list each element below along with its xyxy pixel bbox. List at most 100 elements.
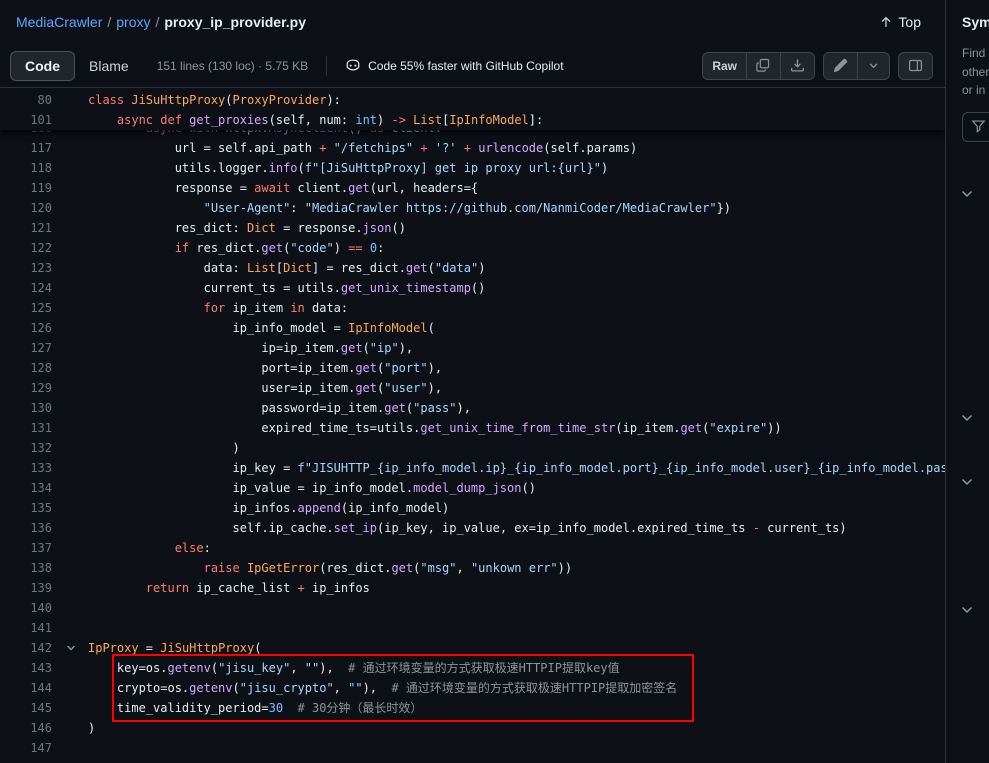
collapse-chevron[interactable] [52, 638, 88, 658]
line-number[interactable]: 117 [0, 138, 52, 158]
code-text: password=ip_item.get("pass"), [88, 398, 471, 418]
code-line: 139 return ip_cache_list + ip_infos [0, 578, 945, 598]
line-number[interactable]: 123 [0, 258, 52, 278]
line-number[interactable]: 130 [0, 398, 52, 418]
code-text: IpProxy = JiSuHttpProxy( [88, 638, 261, 658]
line-number[interactable]: 146 [0, 718, 52, 738]
code-line: 132 ) [0, 438, 945, 458]
line-number[interactable]: 120 [0, 198, 52, 218]
raw-label: Raw [712, 59, 737, 73]
line-number[interactable]: 138 [0, 558, 52, 578]
breadcrumb-folder-link[interactable]: proxy [116, 14, 150, 30]
code-line: 143 key=os.getenv("jisu_key", ""), # 通过环… [0, 658, 945, 678]
code-text: key=os.getenv("jisu_key", ""), # 通过环境变量的… [88, 658, 620, 678]
symbols-panel-toggle-button[interactable] [898, 52, 933, 80]
arrow-up-icon [879, 15, 893, 29]
line-number[interactable]: 139 [0, 578, 52, 598]
code-line: 127 ip=ip_item.get("ip"), [0, 338, 945, 358]
gutter-gap [52, 718, 88, 738]
symbol-tree-expander[interactable] [959, 602, 975, 623]
code-text: "User-Agent": "MediaCrawler https://gith… [88, 198, 731, 218]
code-line: 134 ip_value = ip_info_model.model_dump_… [0, 478, 945, 498]
line-number[interactable]: 141 [0, 618, 52, 638]
gutter-gap [52, 110, 88, 130]
code-text: ip_value = ip_info_model.model_dump_json… [88, 478, 536, 498]
gutter-gap [52, 398, 88, 418]
line-number[interactable]: 119 [0, 178, 52, 198]
tab-blame[interactable]: Blame [75, 51, 143, 81]
code-text: ) [88, 718, 95, 738]
line-number[interactable]: 80 [0, 90, 52, 110]
gutter-gap [52, 598, 88, 618]
line-number[interactable]: 122 [0, 238, 52, 258]
copilot-banner[interactable]: Code 55% faster with GitHub Copilot [345, 58, 563, 74]
line-number[interactable]: 126 [0, 318, 52, 338]
line-number[interactable]: 125 [0, 298, 52, 318]
line-number[interactable]: 132 [0, 438, 52, 458]
code-text: data: List[Dict] = res_dict.get("data") [88, 258, 485, 278]
code-text: return ip_cache_list + ip_infos [88, 578, 370, 598]
line-number[interactable]: 128 [0, 358, 52, 378]
breadcrumb-repo-link[interactable]: MediaCrawler [16, 14, 102, 30]
line-number[interactable]: 137 [0, 538, 52, 558]
chevron-down-icon [959, 410, 975, 426]
code-text: ip=ip_item.get("ip"), [88, 338, 413, 358]
code-text: self.ip_cache.set_ip(ip_key, ip_value, e… [88, 518, 847, 538]
line-number[interactable]: 145 [0, 698, 52, 718]
gutter-gap [52, 458, 88, 478]
gutter-gap [52, 158, 88, 178]
line-number[interactable]: 135 [0, 498, 52, 518]
code-line: 145 time_validity_period=30 # 30分钟（最长时效） [0, 698, 945, 718]
gutter-gap [52, 238, 88, 258]
symbol-tree-expander[interactable] [959, 474, 975, 495]
scroll-to-top-label: Top [898, 14, 921, 30]
download-raw-button[interactable] [780, 52, 815, 80]
edit-options-dropdown[interactable] [857, 52, 890, 80]
line-number[interactable]: 101 [0, 110, 52, 130]
line-number[interactable]: 136 [0, 518, 52, 538]
line-number[interactable]: 143 [0, 658, 52, 678]
code-line: 130 password=ip_item.get("pass"), [0, 398, 945, 418]
tab-code[interactable]: Code [10, 51, 75, 81]
code-text: for ip_item in data: [88, 298, 348, 318]
code-line: 121 res_dict: Dict = response.json() [0, 218, 945, 238]
raw-button[interactable]: Raw [702, 52, 747, 80]
code-text: utils.logger.info(f"[JiSuHttpProxy] get … [88, 158, 608, 178]
line-number[interactable]: 124 [0, 278, 52, 298]
download-icon [790, 58, 805, 73]
code-line: 131 expired_time_ts=utils.get_unix_time_… [0, 418, 945, 438]
line-number[interactable]: 127 [0, 338, 52, 358]
line-number[interactable]: 121 [0, 218, 52, 238]
code-line: 118 utils.logger.info(f"[JiSuHttpProxy] … [0, 158, 945, 178]
gutter-gap [52, 418, 88, 438]
copy-raw-button[interactable] [746, 52, 781, 80]
gutter-gap [52, 90, 88, 110]
copy-icon [756, 58, 771, 73]
file-info: 151 lines (130 loc) · 5.75 KB [157, 59, 308, 73]
code-text: res_dict: Dict = response.json() [88, 218, 406, 238]
code-line: 140 [0, 598, 945, 618]
line-number[interactable]: 134 [0, 478, 52, 498]
gutter-gap [52, 658, 88, 678]
edit-file-button[interactable] [823, 52, 858, 80]
line-number[interactable]: 131 [0, 418, 52, 438]
symbol-tree-expander[interactable] [959, 186, 975, 207]
symbol-tree-expander[interactable] [959, 410, 975, 431]
code-text: user=ip_item.get("user"), [88, 378, 442, 398]
line-number[interactable]: 133 [0, 458, 52, 478]
code-text: else: [88, 538, 211, 558]
line-number[interactable]: 142 [0, 638, 52, 658]
line-number[interactable]: 118 [0, 158, 52, 178]
chevron-down-icon [959, 186, 975, 202]
line-number[interactable]: 147 [0, 738, 52, 758]
gutter-gap [52, 698, 88, 718]
code-text: if res_dict.get("code") == 0: [88, 238, 384, 258]
code-line: 136 self.ip_cache.set_ip(ip_key, ip_valu… [0, 518, 945, 538]
chevron-down-icon [65, 642, 77, 654]
line-number[interactable]: 140 [0, 598, 52, 618]
line-number[interactable]: 129 [0, 378, 52, 398]
gutter-gap [52, 738, 88, 758]
line-number[interactable]: 144 [0, 678, 52, 698]
copilot-icon [345, 58, 361, 74]
scroll-to-top-button[interactable]: Top [871, 10, 929, 34]
